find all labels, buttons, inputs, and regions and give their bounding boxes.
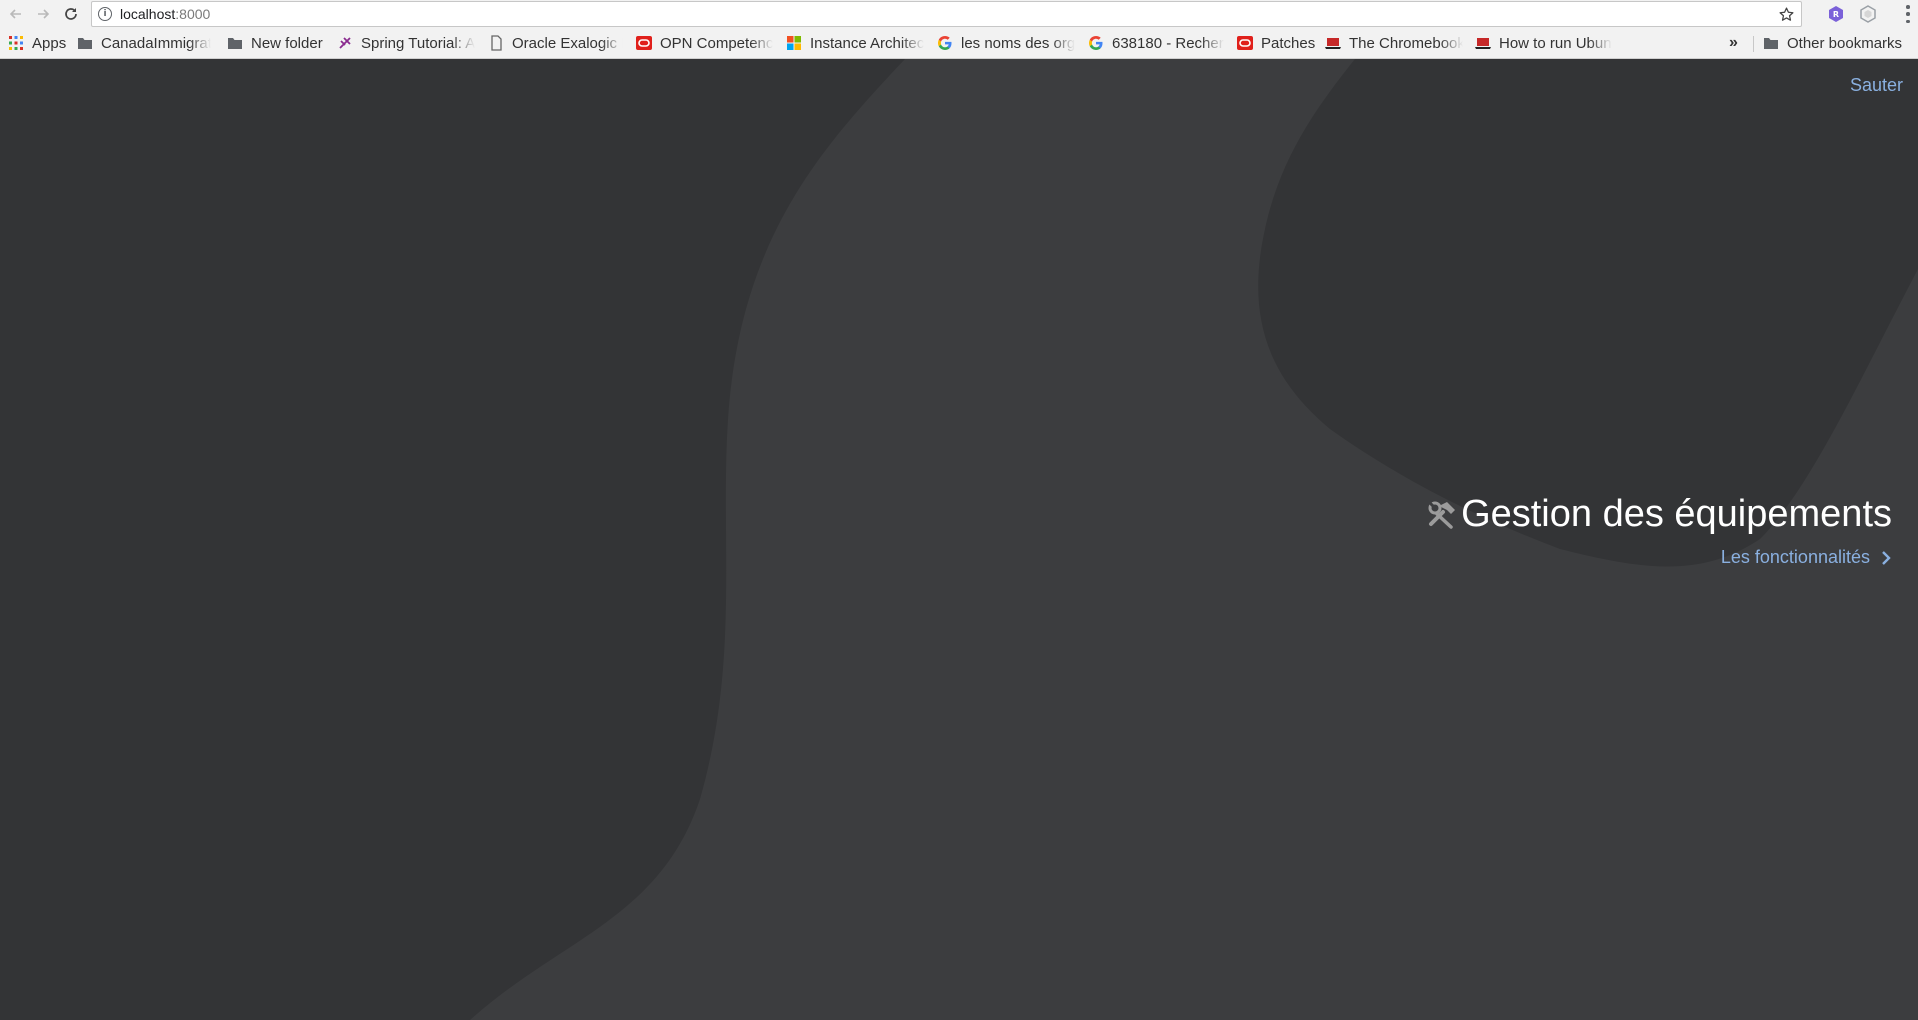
bookmark-label: Spring Tutorial: A <box>361 34 475 52</box>
bookmark-label: The Chromebook <box>1349 34 1463 52</box>
url-host: localhost <box>120 6 176 22</box>
bookmark-item[interactable]: New folder <box>227 31 327 55</box>
more-bookmarks-button[interactable]: » <box>1729 31 1738 55</box>
bookmark-label: Oracle Exalogic E <box>512 34 623 52</box>
arrow-right-icon <box>38 9 50 19</box>
oracle-icon <box>1237 36 1253 50</box>
bookmark-item[interactable]: OPN Competenc <box>636 31 773 55</box>
bookmark-label: OPN Competenc <box>660 34 773 52</box>
folder-icon <box>78 38 92 49</box>
bookmark-item[interactable]: les noms des org <box>937 31 1075 55</box>
chromebook-icon <box>1475 38 1491 49</box>
features-link[interactable]: Les fonctionnalités <box>1721 547 1892 568</box>
address-bar[interactable]: i localhost:8000 <box>91 1 1802 27</box>
bookmark-item[interactable]: Oracle Exalogic E <box>488 31 623 55</box>
google-icon <box>1089 36 1103 50</box>
extension-purple-icon[interactable]: R <box>1827 5 1845 23</box>
extension-shield-icon[interactable] <box>1859 5 1877 23</box>
info-icon[interactable]: i <box>98 7 112 21</box>
page-title-text: Gestion des équipements <box>1461 493 1892 535</box>
google-icon <box>938 36 952 50</box>
bookmark-item[interactable]: 638180 - Recher <box>1088 31 1224 55</box>
skip-link[interactable]: Sauter <box>1850 75 1903 96</box>
oracle-icon <box>636 36 652 50</box>
chromebook-icon <box>1325 38 1341 49</box>
browser-menu-button[interactable] <box>1904 5 1912 23</box>
bookmark-star-icon[interactable] <box>1778 6 1795 23</box>
bookmarks-divider <box>1753 36 1754 52</box>
other-bookmarks-label: Other bookmarks <box>1787 34 1903 52</box>
spring-icon <box>339 37 351 49</box>
bookmark-item[interactable]: Spring Tutorial: A <box>337 31 475 55</box>
bookmark-item[interactable]: CanadaImmigrati <box>77 31 211 55</box>
forward-button[interactable] <box>31 2 55 26</box>
bookmark-label: 638180 - Recher <box>1112 34 1224 52</box>
reload-icon <box>65 8 77 20</box>
bookmark-label: How to run Ubun <box>1499 34 1612 52</box>
reload-button[interactable] <box>59 2 83 26</box>
bookmark-label: CanadaImmigrati <box>101 34 211 52</box>
bookmarks-bar: Apps CanadaImmigrati New folder Spring T… <box>0 31 1918 55</box>
bookmark-label: Patches <box>1261 34 1315 52</box>
bookmark-item[interactable]: The Chromebook <box>1325 31 1463 55</box>
bookmark-item[interactable]: Patches <box>1237 31 1315 55</box>
page-content: Sauter Gestion des équipements Les fonct… <box>0 59 1918 1020</box>
url-port: :8000 <box>175 6 211 22</box>
features-link-label: Les fonctionnalités <box>1720 547 1870 567</box>
folder-icon <box>228 38 242 49</box>
page-icon <box>491 35 502 51</box>
bookmark-label: Instance Architec <box>810 34 924 52</box>
bookmark-label: les noms des org <box>961 34 1075 52</box>
svg-text:R: R <box>1833 10 1839 19</box>
page-title: Gestion des équipements <box>1427 493 1892 536</box>
chevron-right-icon <box>1882 550 1891 565</box>
microsoft-icon <box>787 36 801 50</box>
folder-icon <box>1764 38 1778 49</box>
browser-toolbar: i localhost:8000 R <box>0 0 1918 28</box>
arrow-left-icon <box>9 9 21 19</box>
back-button[interactable] <box>4 2 28 26</box>
other-bookmarks-button[interactable]: Other bookmarks <box>1763 31 1913 55</box>
bookmark-apps[interactable]: Apps <box>8 31 70 55</box>
bookmark-item[interactable]: Instance Architec <box>786 31 924 55</box>
bookmark-label: Apps <box>32 34 67 52</box>
bookmark-label: New folder <box>251 34 323 52</box>
tools-icon <box>1428 501 1456 529</box>
apps-grid-icon <box>9 36 23 50</box>
background-shapes <box>0 59 1918 1020</box>
bookmark-item[interactable]: How to run Ubun <box>1475 31 1615 55</box>
browser-chrome: i localhost:8000 R Apps CanadaImmigrati … <box>0 0 1918 59</box>
